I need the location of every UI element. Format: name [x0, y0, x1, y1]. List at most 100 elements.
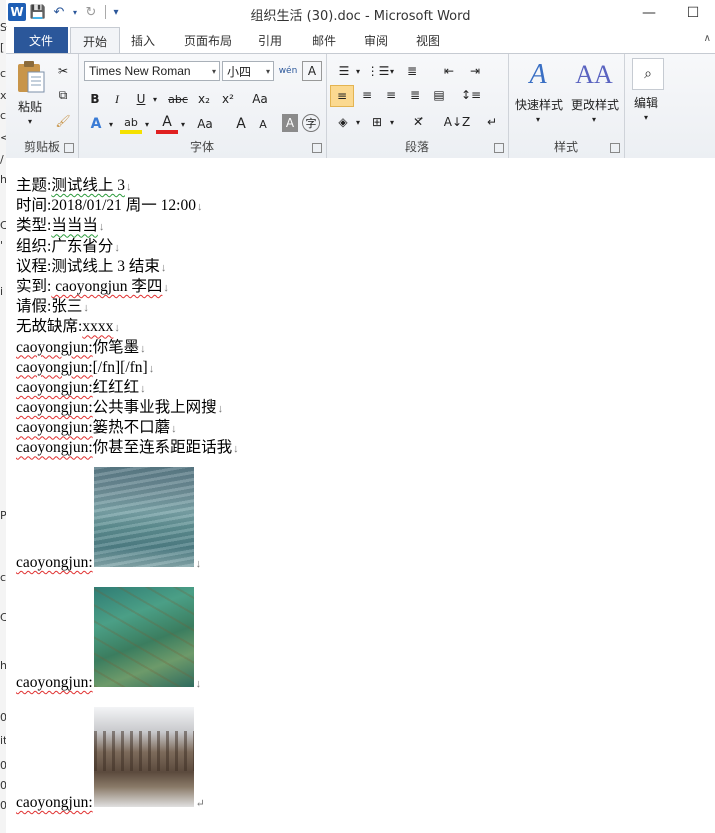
chinese-layout-icon[interactable]: ✕⃗ — [406, 112, 430, 132]
embedded-photo-house[interactable] — [94, 707, 194, 807]
doc-line-image-message[interactable]: caoyongjun: ↓ — [16, 554, 201, 572]
character-case-icon[interactable]: Aa — [192, 114, 218, 134]
doc-line-message[interactable]: caoyongjun:[/fn][/fn]↓ — [16, 358, 239, 378]
editing-dropdown-icon[interactable]: ▾ — [640, 112, 652, 122]
font-size-select[interactable]: 小四 ▾ — [222, 61, 274, 81]
change-styles-button[interactable]: 更改样式 — [568, 96, 622, 113]
clipboard-launcher-icon[interactable] — [64, 143, 74, 153]
numbering-icon[interactable]: ⋮☰ — [366, 62, 390, 80]
doc-line-message[interactable]: caoyongjun:你笔墨↓ — [16, 338, 239, 358]
document-text[interactable]: 主题:测试线上 3↓ 时间:2018/01/21 周一 12:00↓ 类型:当当… — [16, 176, 239, 459]
change-case-icon[interactable]: Aa — [246, 89, 274, 109]
tab-page-layout[interactable]: 页面布局 — [174, 27, 242, 53]
paste-dropdown-icon[interactable]: ▾ — [24, 116, 36, 126]
tab-references[interactable]: 引用 — [248, 27, 292, 53]
maximize-button[interactable]: ☐ — [671, 0, 715, 26]
enclose-characters-icon[interactable]: 字 — [302, 114, 320, 132]
doc-line-agenda[interactable]: 议程:测试线上 3 结束↓ — [16, 257, 239, 277]
doc-line-message[interactable]: caoyongjun:公共事业我上网搜↓ — [16, 398, 239, 418]
grow-font-icon[interactable]: A — [232, 114, 250, 134]
tab-home[interactable]: 开始 — [70, 27, 120, 55]
font-color-dropdown-icon[interactable]: ▾ — [178, 114, 188, 134]
distributed-button[interactable]: ▤ — [428, 85, 450, 105]
styles-launcher-icon[interactable] — [610, 143, 620, 153]
text-effects-dropdown-icon[interactable]: ▾ — [106, 114, 116, 134]
change-styles-dropdown-icon[interactable]: ▾ — [588, 114, 600, 124]
doc-line-topic[interactable]: 主题:测试线上 3↓ — [16, 176, 239, 196]
italic-button[interactable]: I — [108, 89, 126, 109]
underline-dropdown-icon[interactable]: ▾ — [150, 89, 160, 109]
strikethrough-button[interactable]: abc — [166, 89, 190, 109]
doc-line-present[interactable]: 实到: caoyongjun 李四↓ — [16, 277, 239, 297]
tab-review[interactable]: 审阅 — [354, 27, 398, 53]
shading-icon[interactable]: ◈ — [332, 112, 354, 132]
doc-line-message[interactable]: caoyongjun:红红红↓ — [16, 378, 239, 398]
text-effects-icon[interactable]: A — [84, 114, 108, 134]
bullets-dropdown-icon[interactable]: ▾ — [354, 62, 362, 80]
editing-button[interactable]: 编辑 — [624, 94, 668, 111]
quick-styles-dropdown-icon[interactable]: ▾ — [532, 114, 544, 124]
doc-line-message[interactable]: caoyongjun:你甚至连系距距话我↓ — [16, 438, 239, 458]
doc-line-time[interactable]: 时间:2018/01/21 周一 12:00↓ — [16, 196, 239, 216]
embedded-photo-water[interactable] — [94, 467, 194, 567]
subscript-button[interactable]: x₂ — [194, 89, 214, 109]
paste-button[interactable]: 粘贴 — [12, 98, 48, 115]
shading-dropdown-icon[interactable]: ▾ — [354, 112, 362, 132]
doc-line-leave[interactable]: 请假:张三↓ — [16, 297, 239, 317]
decrease-indent-icon[interactable]: ⇤ — [438, 62, 460, 80]
underline-button[interactable]: U — [132, 89, 150, 109]
embedded-photo-lake[interactable] — [94, 587, 194, 687]
line-prefix: 实到: — [16, 277, 52, 295]
character-border-icon[interactable]: A — [302, 61, 322, 81]
group-label-styles: 样式 — [553, 140, 578, 154]
paste-icon[interactable] — [14, 58, 48, 96]
superscript-button[interactable]: x² — [218, 89, 238, 109]
line-prefix: 主题: — [16, 177, 52, 194]
copy-icon[interactable]: ⧉ — [54, 86, 72, 104]
numbering-dropdown-icon[interactable]: ▾ — [388, 62, 396, 80]
paragraph-mark: ↵ — [195, 798, 205, 810]
align-left-button[interactable]: ≡ — [330, 85, 354, 107]
highlight-dropdown-icon[interactable]: ▾ — [142, 114, 152, 134]
tab-mailings[interactable]: 邮件 — [302, 27, 346, 53]
document-page[interactable]: 主题:测试线上 3↓ 时间:2018/01/21 周一 12:00↓ 类型:当当… — [6, 158, 715, 833]
cut-icon[interactable]: ✂ — [54, 62, 72, 80]
line-spacing-icon[interactable]: ↕≡ — [458, 85, 484, 105]
doc-line-image-message[interactable]: caoyongjun: ↓ — [16, 674, 201, 692]
doc-line-absent[interactable]: 无故缺席:xxxx↓ — [16, 317, 239, 337]
quick-styles-icon[interactable]: A — [522, 58, 554, 92]
show-hide-marks-icon[interactable]: ↵ — [482, 112, 502, 132]
align-right-button[interactable]: ≡ — [380, 85, 402, 105]
align-center-button[interactable]: ≡ — [356, 85, 378, 105]
change-styles-icon[interactable]: AA — [575, 58, 613, 92]
character-shading-icon[interactable]: A — [282, 114, 298, 132]
bold-button[interactable]: B — [86, 89, 104, 109]
multilevel-list-icon[interactable]: ≣ — [400, 62, 424, 80]
doc-line-image-message[interactable]: caoyongjun: ↵ — [16, 794, 205, 812]
tab-insert[interactable]: 插入 — [120, 27, 166, 53]
borders-dropdown-icon[interactable]: ▾ — [388, 112, 396, 132]
borders-icon[interactable]: ⊞ — [366, 112, 388, 132]
find-binoculars-icon[interactable]: ⌕ — [632, 58, 664, 90]
minimize-button[interactable]: — — [627, 0, 671, 26]
doc-line-type[interactable]: 类型:当当当↓ — [16, 216, 239, 236]
quick-styles-button[interactable]: 快速样式 — [512, 96, 566, 113]
increase-indent-icon[interactable]: ⇥ — [464, 62, 486, 80]
font-name-select[interactable]: Times New Roman ▾ — [84, 61, 220, 81]
paragraph-launcher-icon[interactable] — [494, 143, 504, 153]
highlight-color-icon[interactable]: ab — [120, 114, 142, 134]
doc-line-org[interactable]: 组织:广东省分↓ — [16, 237, 239, 257]
format-painter-icon[interactable]: 🖌 — [54, 112, 72, 130]
collapse-ribbon-icon[interactable]: ∧ — [704, 33, 711, 44]
bullets-icon[interactable]: ☰ — [332, 62, 356, 80]
phonetic-guide-icon[interactable]: wén — [278, 61, 298, 81]
line-prefix: 时间: — [16, 197, 52, 215]
doc-line-message[interactable]: caoyongjun:篓热不口蘑↓ — [16, 418, 239, 438]
sort-icon[interactable]: A↓Z — [444, 112, 470, 132]
tab-view[interactable]: 视图 — [406, 27, 450, 53]
shrink-font-icon[interactable]: A — [254, 114, 272, 134]
font-launcher-icon[interactable] — [312, 143, 322, 153]
font-color-icon[interactable]: A — [156, 114, 178, 134]
tab-file[interactable]: 文件 — [14, 27, 68, 53]
justify-button[interactable]: ≣ — [404, 85, 426, 105]
